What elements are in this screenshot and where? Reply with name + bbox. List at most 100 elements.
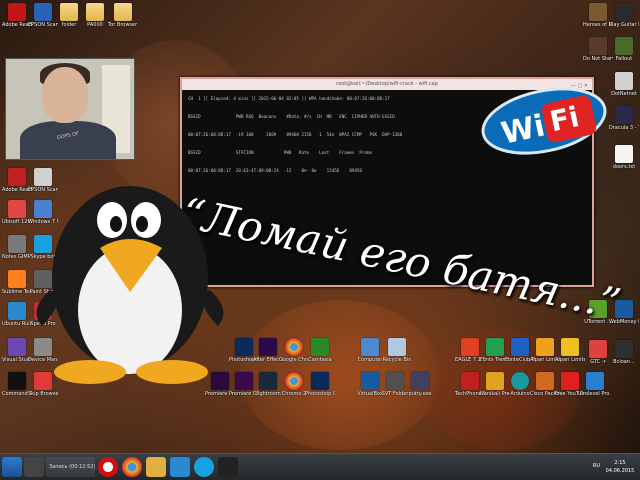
system-tray[interactable]: RU 2:15 04.06.2015 <box>516 457 636 477</box>
icon-label: PA000 <box>87 22 103 28</box>
icon-label: Photoshop CS5 <box>305 391 335 397</box>
app-icon <box>8 338 26 356</box>
desktop-icon[interactable]: Dracula 3 - The Path... <box>609 106 639 131</box>
youtube-icon <box>561 372 579 390</box>
app-icon <box>536 338 554 356</box>
desktop-icon[interactable]: Computer <box>355 338 385 363</box>
desktop-icon[interactable]: Do Not Starve Rei... <box>583 37 613 62</box>
app-icon <box>8 372 26 390</box>
wifi-logo: Wi Fi <box>481 87 607 155</box>
app-icon <box>8 302 26 320</box>
icon-label: putty.exe <box>408 391 432 397</box>
desktop-icon[interactable]: PA000 <box>80 3 110 28</box>
app-icon <box>615 340 633 358</box>
desktop-icon[interactable]: putty.exe <box>405 372 435 397</box>
app-icon <box>8 235 26 253</box>
icon-label: Computer <box>357 357 383 363</box>
desktop-icon[interactable]: Fallout <box>609 37 639 62</box>
taskbar-task-recording[interactable]: Запись (00:12:52) <box>46 457 95 477</box>
tux-penguin-icon <box>36 186 224 384</box>
chrome-icon <box>285 338 303 356</box>
clock-date: 04.06.2015 <box>605 468 635 474</box>
chrome-icon[interactable] <box>122 457 142 477</box>
app-icon <box>8 200 26 218</box>
icon-label: Camtasia <box>308 357 332 363</box>
app-icon <box>615 72 633 90</box>
folder-icon <box>86 3 104 21</box>
desktop-icon[interactable]: Recycle Bin <box>382 338 412 363</box>
app-icon <box>586 372 604 390</box>
app-icon <box>8 3 26 21</box>
app-icon <box>386 372 404 390</box>
arduino-icon <box>511 372 529 390</box>
desktop-icon[interactable]: DotNetnet <box>609 72 639 97</box>
computer-icon <box>361 338 379 356</box>
desktop-icon[interactable]: Prolevel Pro... <box>580 372 610 397</box>
webcam-overlay: OOPS OF <box>5 58 135 160</box>
skype-icon[interactable] <box>194 457 214 477</box>
icon-label: Tor Browser - Новая папка <box>108 22 138 28</box>
explorer-icon[interactable] <box>146 457 166 477</box>
app-icon <box>511 338 529 356</box>
icon-label: Fallout <box>615 56 633 62</box>
shirt-print: OOPS OF <box>56 130 80 142</box>
desktop-icon[interactable]: Photoshop CS5 <box>305 372 335 397</box>
recycle-bin-icon <box>388 338 406 356</box>
desktop-icon[interactable]: Bcloan... <box>609 340 639 365</box>
person-shirt: OOPS OF <box>20 121 116 159</box>
app-icon <box>615 3 633 21</box>
app-icon <box>536 372 554 390</box>
app-icon <box>589 340 607 358</box>
virtualbox-icon <box>361 372 379 390</box>
app-icon <box>615 106 633 124</box>
icon-label: Dracula 3 - The Path... <box>609 125 639 131</box>
app-icon <box>8 270 26 288</box>
app-icon <box>615 37 633 55</box>
media-icon[interactable] <box>170 457 190 477</box>
photoshop-icon <box>311 372 329 390</box>
clock[interactable]: 2:15 04.06.2015 <box>604 459 636 475</box>
after-effects-icon <box>259 338 277 356</box>
app-icon <box>8 168 26 186</box>
icon-label: Play Guitar Hero Mini <box>609 22 639 28</box>
app-icon <box>461 372 479 390</box>
terminal-icon[interactable] <box>218 457 238 477</box>
person-face <box>42 67 88 123</box>
putty-icon <box>411 372 429 390</box>
app-icon <box>589 3 607 21</box>
icon-label: Alpari Limited MT5 <box>555 357 585 363</box>
desktop[interactable]: OOPS OF Adobe Reader XI EPSON Scan folde… <box>0 0 640 454</box>
file-icon <box>615 145 633 163</box>
app-icon <box>486 338 504 356</box>
folder-icon <box>114 3 132 21</box>
desktop-icon[interactable]: Camtasia <box>305 338 335 363</box>
icon-label: Recycle Bin <box>382 357 412 363</box>
icon-label: Do Not Starve Rei... <box>583 56 613 62</box>
taskbar: Запись (00:12:52) RU 2:15 04.06.2015 <box>0 453 640 480</box>
premiere-icon <box>235 372 253 390</box>
desktop-icon[interactable]: Play Guitar Hero Mini <box>609 3 639 28</box>
desktop-icon[interactable]: Alpari Limited MT5 <box>555 338 585 363</box>
icon-label: Skip Browser <box>28 391 58 397</box>
opera-icon[interactable] <box>98 457 118 477</box>
app-icon <box>589 37 607 55</box>
folder-icon <box>60 3 78 21</box>
language-indicator[interactable]: RU <box>593 463 600 469</box>
photoshop-icon <box>235 338 253 356</box>
icon-label: Bcloan... <box>613 359 635 365</box>
icon-label: DotNetnet <box>611 91 637 97</box>
desktop-icon[interactable]: Tor Browser - Новая папка <box>108 3 138 28</box>
app-icon <box>34 3 52 21</box>
clock-time: 2:15 <box>614 460 626 466</box>
app-icon <box>461 338 479 356</box>
lightroom-icon <box>259 372 277 390</box>
icon-label: Prolevel Pro... <box>580 391 610 397</box>
desktop-icon[interactable]: doors.txt <box>609 145 639 170</box>
chrome-icon <box>285 372 303 390</box>
taskbar-app-icon[interactable] <box>24 457 44 477</box>
app-icon <box>311 338 329 356</box>
app-icon <box>561 338 579 356</box>
start-button[interactable] <box>2 457 22 477</box>
terminal-title: root@kali:~/Desktop/wifi-crack - wifi.ca… <box>336 81 438 87</box>
